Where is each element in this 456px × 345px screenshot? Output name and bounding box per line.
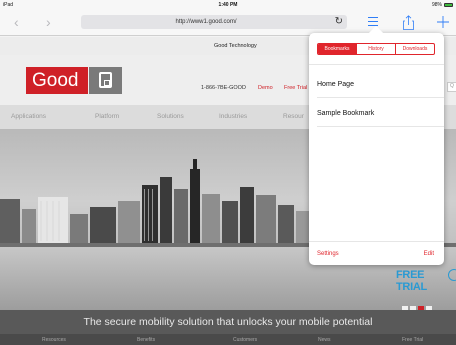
phone-number: 1-866-7BE-GOOD — [201, 85, 246, 91]
footer-free-trial[interactable]: Free Trial — [402, 337, 423, 343]
status-bar: iPad 1:40 PM 98% — [0, 0, 456, 10]
footer-nav: Resources Benefits Customers News Free T… — [0, 334, 456, 345]
battery-icon — [444, 2, 453, 7]
address-bar[interactable]: http://www1.good.com/ ↻ — [81, 15, 347, 29]
nav-industries[interactable]: Industries — [219, 113, 247, 120]
company-name: Good Technology — [214, 43, 257, 49]
share-icon[interactable] — [403, 15, 414, 35]
demo-link[interactable]: Demo — [258, 85, 273, 91]
good-logo[interactable]: Good — [26, 67, 88, 94]
url-text: http://www1.good.com/ — [175, 18, 237, 25]
edit-button[interactable]: Edit — [424, 251, 434, 257]
popover-segmented-control: Bookmarks History Downloads — [317, 43, 435, 55]
good-lock-icon — [89, 67, 122, 94]
bookmark-home-page[interactable]: Home Page — [317, 81, 354, 88]
nav-solutions[interactable]: Solutions — [157, 113, 184, 120]
bookmarks-popover: Bookmarks History Downloads Home Page Sa… — [309, 25, 444, 265]
settings-button[interactable]: Settings — [317, 251, 339, 257]
footer-benefits[interactable]: Benefits — [137, 337, 155, 343]
bookmark-sample[interactable]: Sample Bookmark — [317, 110, 374, 117]
tab-history[interactable]: History — [357, 44, 396, 54]
nav-platform[interactable]: Platform — [95, 113, 119, 120]
divider — [317, 97, 444, 98]
footer-news[interactable]: News — [318, 337, 331, 343]
clock: 1:40 PM — [218, 2, 238, 8]
footer-customers[interactable]: Customers — [233, 337, 257, 343]
battery-percent: 98% — [431, 2, 442, 8]
new-tab-icon[interactable] — [436, 15, 450, 34]
carousel-dots — [402, 297, 434, 310]
divider — [309, 64, 444, 65]
forward-icon[interactable]: › — [46, 15, 51, 29]
nav-applications[interactable]: Applications — [11, 113, 46, 120]
ipad-screen: iPad 1:40 PM 98% ‹ › http://www1.good.co… — [0, 0, 456, 345]
popover-footer: Settings Edit — [309, 241, 444, 265]
cta-arrow-icon[interactable] — [448, 269, 456, 281]
tab-bookmarks[interactable]: Bookmarks — [318, 44, 357, 54]
logo-text: Good — [32, 70, 79, 91]
hero-free-trial-cta[interactable]: FREE TRIAL — [396, 269, 456, 293]
tagline-bar: The secure mobility solution that unlock… — [0, 310, 456, 334]
nav-resources[interactable]: Resour — [283, 113, 304, 120]
reload-icon[interactable]: ↻ — [335, 16, 343, 27]
back-icon[interactable]: ‹ — [14, 15, 19, 29]
tab-downloads[interactable]: Downloads — [396, 44, 434, 54]
site-search-input[interactable]: Q — [447, 82, 456, 92]
divider — [317, 126, 444, 127]
free-trial-link[interactable]: Free Trial — [284, 85, 307, 91]
footer-resources[interactable]: Resources — [42, 337, 66, 343]
tagline-text: The secure mobility solution that unlock… — [83, 316, 373, 328]
